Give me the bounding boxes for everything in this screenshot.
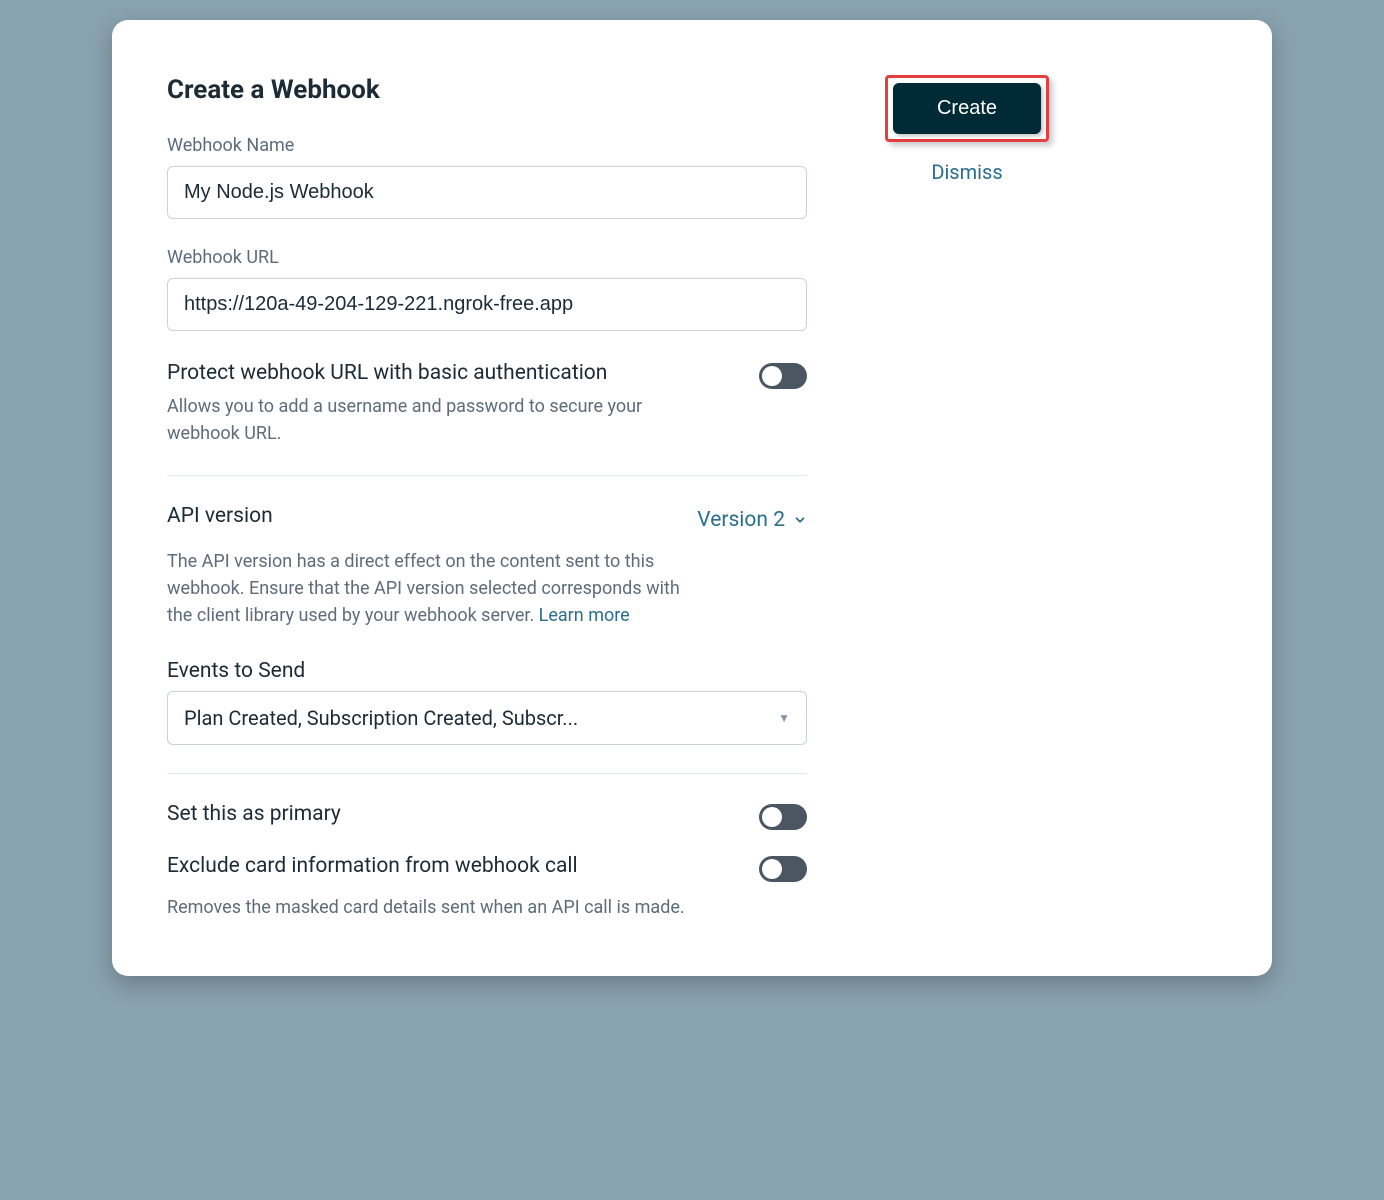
webhook-url-group: Webhook URL <box>167 247 807 331</box>
events-value: Plan Created, Subscription Created, Subs… <box>184 706 578 730</box>
exclude-card-desc: Removes the masked card details sent whe… <box>167 894 707 921</box>
toggle-knob <box>762 807 782 827</box>
api-version-select[interactable]: Version 2 <box>697 508 807 532</box>
page-title: Create a Webhook <box>167 75 807 105</box>
api-version-title: API version <box>167 504 273 528</box>
toggle-knob <box>762 366 782 386</box>
create-webhook-panel: Create a Webhook Webhook Name Webhook UR… <box>112 20 1272 976</box>
dismiss-link[interactable]: Dismiss <box>931 160 1002 184</box>
protect-auth-section: Protect webhook URL with basic authentic… <box>167 361 807 447</box>
create-button[interactable]: Create <box>893 83 1041 134</box>
exclude-card-title: Exclude card information from webhook ca… <box>167 854 578 878</box>
exclude-card-toggle[interactable] <box>759 856 807 882</box>
events-title: Events to Send <box>167 659 807 683</box>
set-primary-toggle[interactable] <box>759 804 807 830</box>
set-primary-row: Set this as primary <box>167 802 807 834</box>
toggle-knob <box>762 859 782 879</box>
api-version-row: API version Version 2 <box>167 504 807 536</box>
caret-down-icon: ▼ <box>778 711 790 725</box>
webhook-name-input[interactable] <box>167 166 807 219</box>
exclude-card-section: Exclude card information from webhook ca… <box>167 854 807 921</box>
webhook-url-label: Webhook URL <box>167 247 807 268</box>
protect-auth-title: Protect webhook URL with basic authentic… <box>167 361 707 385</box>
events-select[interactable]: Plan Created, Subscription Created, Subs… <box>167 691 807 745</box>
action-column: Create Dismiss <box>867 75 1067 921</box>
set-primary-title: Set this as primary <box>167 802 341 826</box>
protect-auth-desc: Allows you to add a username and passwor… <box>167 393 707 447</box>
form-main-column: Create a Webhook Webhook Name Webhook UR… <box>167 75 807 921</box>
webhook-url-input[interactable] <box>167 278 807 331</box>
divider <box>167 773 807 774</box>
webhook-name-label: Webhook Name <box>167 135 807 156</box>
api-version-value: Version 2 <box>697 508 785 532</box>
chevron-down-icon <box>793 513 807 527</box>
learn-more-link[interactable]: Learn more <box>539 605 630 626</box>
create-button-highlight: Create <box>885 75 1049 142</box>
events-section: Events to Send Plan Created, Subscriptio… <box>167 659 807 745</box>
protect-auth-toggle[interactable] <box>759 363 807 389</box>
webhook-name-group: Webhook Name <box>167 135 807 219</box>
api-version-desc: The API version has a direct effect on t… <box>167 548 707 629</box>
divider <box>167 475 807 476</box>
